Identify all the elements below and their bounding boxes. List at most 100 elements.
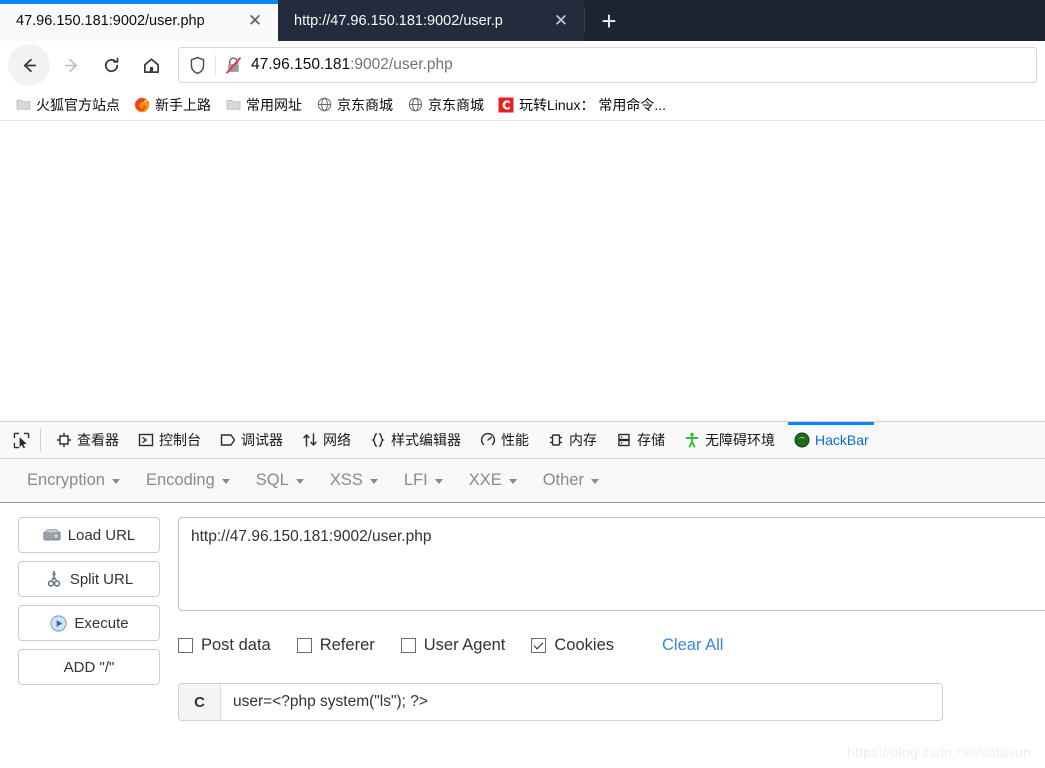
hackbar-menu-lfi[interactable]: LFI (395, 467, 452, 494)
devtools-tab-label-9: HackBar (815, 432, 869, 448)
devtools-tab-memory[interactable]: 内存 (538, 422, 606, 458)
hackbar-menu-label-0: Encryption (27, 471, 105, 489)
devtools-tab-accessibility[interactable]: 无障碍环境 (674, 422, 784, 458)
devtools-tab-label-4: 样式编辑器 (391, 432, 461, 448)
load-url-button[interactable]: Load URL (18, 517, 160, 553)
bookmark-item-2[interactable]: 常用网址 (218, 92, 309, 118)
hackbar-menu-label-6: Other (542, 471, 584, 489)
hackbar-menu-sql[interactable]: SQL (247, 467, 313, 494)
split-url-button[interactable]: Split URL (18, 561, 160, 597)
load-url-label: Load URL (67, 526, 136, 544)
hackbar-panel: Encryption Encoding SQL XSS LFI XXE Othe… (0, 459, 1045, 721)
devtools-tab-debugger[interactable]: 调试器 (210, 422, 292, 458)
hackbar-menu-xss[interactable]: XSS (321, 467, 387, 494)
new-tab-button[interactable]: + (585, 0, 633, 41)
debugger-icon (219, 432, 236, 449)
hackbar-menu-encoding[interactable]: Encoding (137, 467, 239, 494)
console-icon (137, 432, 154, 449)
devtools-tab-storage[interactable]: 存储 (606, 422, 674, 458)
browser-tab-1[interactable]: 47.96.150.181:9002/user.php ✕ (0, 0, 278, 41)
hackbar-form: http://47.96.150.181:9002/user.php Post … (160, 517, 1045, 721)
address-bar-url[interactable]: 47.96.150.181:9002/user.php (251, 56, 453, 74)
hackbar-icon (793, 432, 810, 449)
cookie-input[interactable]: user=<?php system("ls"); ?> (221, 684, 942, 720)
forward-button[interactable] (52, 46, 90, 84)
home-button[interactable] (132, 46, 170, 84)
storage-icon (615, 432, 632, 449)
user-agent-checkbox-box[interactable] (400, 637, 416, 653)
url-host: 47.96.150.181 (251, 56, 351, 73)
devtools-tab-style-editor[interactable]: 样式编辑器 (360, 422, 470, 458)
bookmark-label-0: 火狐官方站点 (36, 96, 120, 113)
folder-icon (225, 97, 241, 113)
browser-tab-2[interactable]: http://47.96.150.181:9002/user.p ✕ (278, 0, 584, 41)
hackbar-menu-xxe[interactable]: XXE (460, 467, 526, 494)
devtools-tab-console[interactable]: 控制台 (128, 422, 210, 458)
hackbar-menu-label-2: SQL (255, 471, 289, 489)
bookmark-item-3[interactable]: 京东商城 (309, 92, 400, 118)
reload-button[interactable] (92, 46, 130, 84)
bookmarks-toolbar: 火狐官方站点 新手上路 常用网址 京东商城 京东商城 玩转Linux： 常用命令… (0, 89, 1045, 121)
devtools-tab-network[interactable]: 网络 (292, 422, 360, 458)
add-slash-label: ADD "/" (63, 658, 115, 676)
play-icon (49, 614, 67, 632)
url-textarea[interactable]: http://47.96.150.181:9002/user.php (178, 517, 1045, 611)
browser-tab-2-title: http://47.96.150.181:9002/user.p (294, 12, 503, 29)
folder-icon (15, 97, 31, 113)
post-data-label: Post data (201, 635, 271, 654)
user-agent-checkbox[interactable]: User Agent (400, 636, 505, 655)
bookmark-item-0[interactable]: 火狐官方站点 (8, 92, 127, 118)
devtools-tab-label-1: 控制台 (159, 432, 201, 448)
chevron-down-icon (221, 479, 230, 484)
chevron-down-icon (434, 479, 443, 484)
devtools-panel: 查看器 控制台 调试器 网络 样式编辑器 性能 内存 存储 无障碍环境 Hack… (0, 421, 1045, 721)
chevron-down-icon (111, 479, 120, 484)
element-picker-icon[interactable] (4, 422, 38, 458)
referer-checkbox-box[interactable] (296, 637, 312, 653)
cookie-prefix-label: C (179, 684, 221, 720)
devtools-divider (40, 429, 41, 451)
forward-arrow-icon (64, 58, 77, 72)
close-tab-2-icon[interactable]: ✕ (548, 8, 574, 34)
bookmark-label-4: 京东商城 (428, 96, 484, 113)
hackbar-body: Load URL Split URL Execute ADD "/" http:… (0, 503, 1045, 721)
shield-icon[interactable] (189, 56, 206, 75)
bookmark-item-4[interactable]: 京东商城 (400, 92, 491, 118)
bookmark-item-5[interactable]: 玩转Linux： 常用命令... (491, 92, 673, 118)
execute-label: Execute (74, 614, 129, 632)
back-button[interactable] (8, 44, 50, 86)
hackbar-menubar: Encryption Encoding SQL XSS LFI XXE Othe… (0, 459, 1045, 503)
hackbar-menu-label-1: Encoding (145, 471, 215, 489)
devtools-tab-inspector[interactable]: 查看器 (46, 422, 128, 458)
hackbar-menu-encryption[interactable]: Encryption (18, 467, 129, 494)
chevron-down-icon (508, 479, 517, 484)
add-slash-button[interactable]: ADD "/" (18, 649, 160, 685)
devtools-tab-label-8: 无障碍环境 (705, 432, 775, 448)
clear-all-link[interactable]: Clear All (662, 636, 723, 655)
network-icon (301, 432, 318, 449)
post-data-checkbox[interactable]: Post data (178, 636, 271, 655)
execute-button[interactable]: Execute (18, 605, 160, 641)
drive-icon (43, 526, 61, 544)
post-data-checkbox-box[interactable] (178, 637, 193, 653)
cookies-checkbox[interactable]: Cookies (531, 636, 614, 655)
devtools-tab-label-7: 存储 (637, 432, 665, 448)
cookie-input-group: C user=<?php system("ls"); ?> (178, 683, 943, 721)
hackbar-menu-other[interactable]: Other (534, 467, 608, 494)
devtools-tab-label-2: 调试器 (241, 432, 283, 448)
referer-checkbox[interactable]: Referer (296, 635, 375, 655)
close-tab-1-icon[interactable]: ✕ (242, 8, 268, 34)
browser-tab-strip: 47.96.150.181:9002/user.php ✕ http://47.… (0, 0, 1045, 41)
bookmark-item-1[interactable]: 新手上路 (127, 92, 218, 118)
address-bar[interactable]: 47.96.150.181:9002/user.php (178, 47, 1037, 83)
devtools-tab-bar: 查看器 控制台 调试器 网络 样式编辑器 性能 内存 存储 无障碍环境 Hack… (0, 422, 1045, 459)
devtools-tab-hackbar[interactable]: HackBar (784, 422, 878, 458)
broken-lock-icon[interactable] (225, 56, 242, 75)
watermark: https://blog.csdn.net/satasun (846, 744, 1031, 760)
cookies-checkbox-box[interactable] (531, 637, 547, 653)
referer-label: Referer (319, 635, 375, 654)
csdn-c-icon (498, 97, 514, 113)
bookmark-label-5: 玩转Linux： 常用命令... (519, 96, 667, 113)
devtools-tab-performance[interactable]: 性能 (470, 422, 538, 458)
hackbar-menu-label-4: LFI (403, 471, 428, 489)
